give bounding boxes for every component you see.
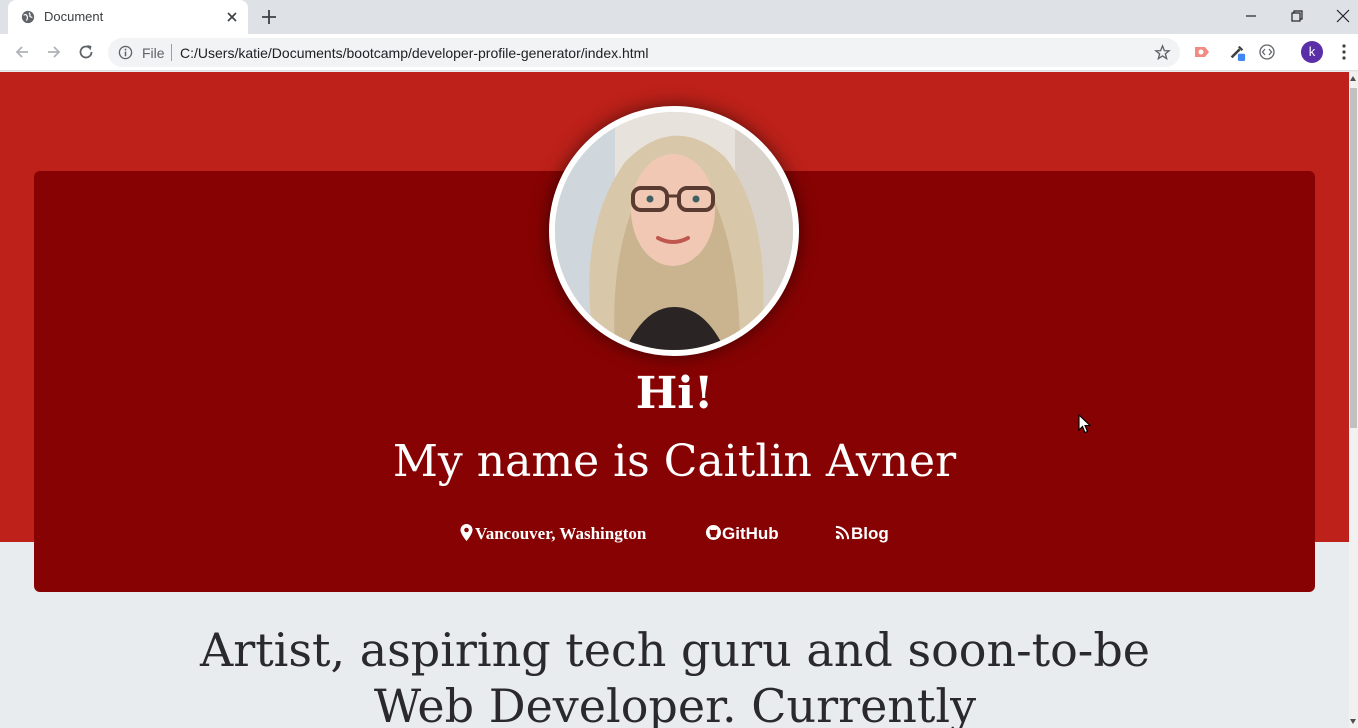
blog-link[interactable]: Blog	[835, 524, 889, 544]
minimize-icon[interactable]	[1241, 6, 1261, 26]
profile-links: Vancouver, Washington GitHub Blog	[0, 524, 1349, 550]
greeting-heading: Hi!	[635, 368, 714, 419]
back-icon[interactable]	[13, 43, 31, 61]
profile-photo	[549, 106, 799, 356]
location-label: Vancouver, Washington	[475, 524, 647, 543]
scroll-up-arrow-icon[interactable]	[1350, 76, 1356, 81]
tab-title: Document	[44, 9, 104, 24]
address-bar[interactable]: File C:/Users/katie/Documents/bootcamp/d…	[108, 38, 1180, 67]
bio-text: Artist, aspiring tech guru and soon-to-b…	[199, 623, 1151, 728]
browser-toolbar: File C:/Users/katie/Documents/bootcamp/d…	[0, 34, 1358, 71]
mouse-cursor-icon	[1078, 414, 1092, 434]
file-scheme-label: File	[142, 45, 165, 61]
github-label: GitHub	[722, 524, 779, 543]
new-tab-icon[interactable]	[260, 8, 278, 26]
close-tab-icon[interactable]	[224, 9, 240, 25]
github-link[interactable]: GitHub	[706, 524, 779, 544]
address-separator	[171, 44, 172, 61]
tab-document[interactable]: Document	[8, 0, 248, 34]
bookmark-star-icon[interactable]	[1154, 44, 1171, 61]
menu-icon[interactable]	[1337, 43, 1351, 61]
scrollbar-thumb[interactable]	[1350, 88, 1357, 428]
name-heading: My name is Caitlin Avner	[392, 436, 957, 487]
location-link[interactable]: Vancouver, Washington	[459, 524, 646, 544]
tab-strip: Document	[0, 0, 1358, 34]
forward-icon[interactable]	[45, 43, 63, 61]
extension-cast-icon[interactable]	[1193, 43, 1211, 61]
vertical-scrollbar[interactable]	[1349, 72, 1358, 728]
reload-icon[interactable]	[77, 43, 95, 61]
url-text[interactable]: C:/Users/katie/Documents/bootcamp/develo…	[180, 45, 648, 61]
restore-icon[interactable]	[1287, 6, 1307, 26]
rss-icon	[835, 525, 850, 540]
info-icon[interactable]	[118, 45, 133, 60]
extension-code-icon[interactable]	[1258, 43, 1276, 61]
map-marker-icon	[460, 524, 473, 541]
page-viewport: Hi! My name is Caitlin Avner Vancouver, …	[0, 72, 1349, 728]
profile-avatar[interactable]: k	[1301, 41, 1323, 63]
scroll-down-arrow-icon[interactable]	[1350, 719, 1356, 724]
blog-label: Blog	[851, 524, 889, 543]
github-icon	[706, 525, 721, 540]
close-window-icon[interactable]	[1333, 6, 1353, 26]
extension-eyedropper-icon[interactable]	[1228, 43, 1246, 61]
globe-icon	[21, 10, 35, 24]
